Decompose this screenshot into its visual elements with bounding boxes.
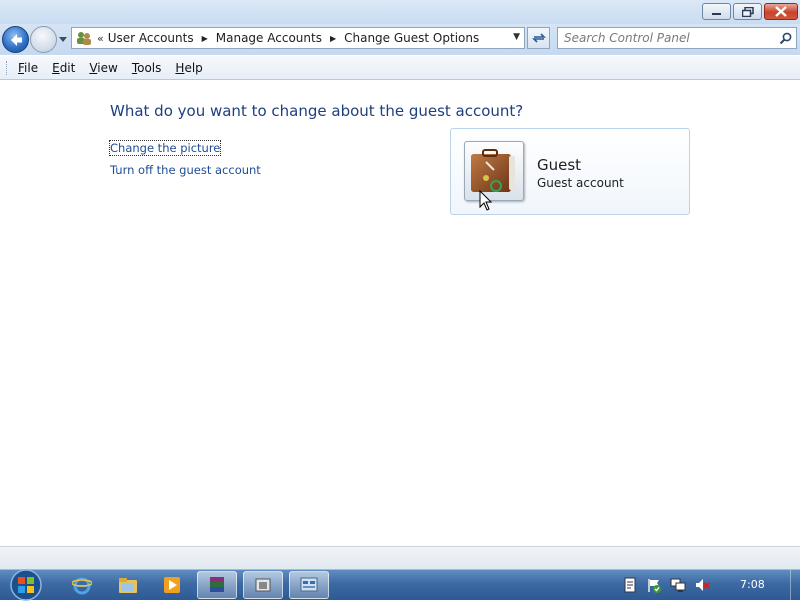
breadcrumb-user-accounts[interactable]: User Accounts [108, 31, 194, 45]
restore-button[interactable] [733, 3, 762, 20]
search-icon[interactable] [779, 32, 792, 45]
back-arrow-icon [11, 34, 22, 46]
internet-explorer-icon [72, 577, 92, 595]
taskbar-winrar[interactable] [197, 571, 237, 599]
refresh-button[interactable] [527, 27, 550, 49]
account-name: Guest [537, 156, 582, 174]
mouse-cursor-icon [479, 190, 493, 211]
taskbar-internet-explorer[interactable] [62, 571, 102, 599]
menu-view-rest: iew [97, 60, 118, 75]
title-bar [0, 0, 800, 24]
winrar-icon [210, 577, 224, 592]
menu-edit-accel: E [52, 60, 60, 75]
volume-muted-icon[interactable] [694, 577, 710, 593]
back-button[interactable] [2, 26, 29, 53]
turn-off-guest-link[interactable]: Turn off the guest account [110, 163, 261, 177]
menu-edit-rest: dit [59, 60, 76, 75]
menu-edit[interactable]: Edit [52, 61, 75, 75]
taskbar-window-2[interactable] [243, 571, 283, 599]
taskbar: 7:08 [0, 569, 800, 601]
recent-pages-dropdown-icon[interactable] [58, 34, 68, 44]
refresh-icon [531, 33, 546, 43]
breadcrumb-arrow-icon[interactable]: ▶ [202, 34, 208, 43]
change-picture-link[interactable]: Change the picture [108, 140, 222, 156]
menu-view[interactable]: View [89, 61, 117, 75]
address-dropdown-icon[interactable]: ▼ [513, 32, 520, 42]
show-desktop-button[interactable] [790, 570, 800, 600]
minimize-icon [712, 12, 721, 15]
user-accounts-icon [77, 32, 91, 45]
search-input[interactable] [564, 31, 774, 45]
folder-icon [119, 578, 137, 593]
menu-file[interactable]: File [18, 61, 38, 75]
close-icon [775, 6, 787, 17]
account-picture [464, 141, 524, 201]
network-icon[interactable] [670, 577, 686, 593]
breadcrumb-change-guest-options[interactable]: Change Guest Options [344, 31, 479, 45]
taskbar-media-player[interactable] [152, 571, 192, 599]
clock[interactable]: 7:08 [740, 578, 765, 591]
menu-bar: File Edit View Tools Help [0, 56, 800, 80]
window-icon [255, 578, 271, 592]
breadcrumb-arrow-icon[interactable]: ▶ [330, 34, 336, 43]
briefcase-icon [471, 149, 515, 192]
action-center-flag-icon[interactable] [646, 577, 662, 593]
taskbar-windows-explorer[interactable] [108, 571, 148, 599]
account-type: Guest account [537, 176, 624, 190]
page-heading: What do you want to change about the gue… [110, 102, 524, 120]
control-panel-window: « User Accounts ▶ Manage Accounts ▶ Chan… [0, 0, 800, 569]
start-button[interactable] [8, 569, 44, 601]
close-button[interactable] [764, 3, 798, 20]
minimize-button[interactable] [702, 3, 731, 20]
forward-button[interactable] [30, 26, 57, 53]
document-tray-icon[interactable] [622, 577, 638, 593]
menu-file-rest: ile [24, 60, 39, 75]
restore-icon [741, 6, 754, 17]
address-bar[interactable]: « User Accounts ▶ Manage Accounts ▶ Chan… [71, 27, 525, 49]
breadcrumb-manage-accounts[interactable]: Manage Accounts [216, 31, 322, 45]
menu-grip [6, 60, 9, 75]
status-strip [0, 546, 800, 569]
media-player-icon [164, 577, 180, 593]
menu-tools[interactable]: Tools [132, 61, 162, 75]
breadcrumb-overflow[interactable]: « [97, 32, 104, 45]
menu-help-rest: elp [184, 60, 203, 75]
search-box[interactable] [557, 27, 797, 49]
control-panel-icon [300, 577, 318, 592]
taskbar-control-panel[interactable] [289, 571, 329, 599]
menu-help[interactable]: Help [175, 61, 202, 75]
main-content: What do you want to change about the gue… [0, 81, 800, 546]
menu-tools-rest: ools [137, 60, 162, 75]
